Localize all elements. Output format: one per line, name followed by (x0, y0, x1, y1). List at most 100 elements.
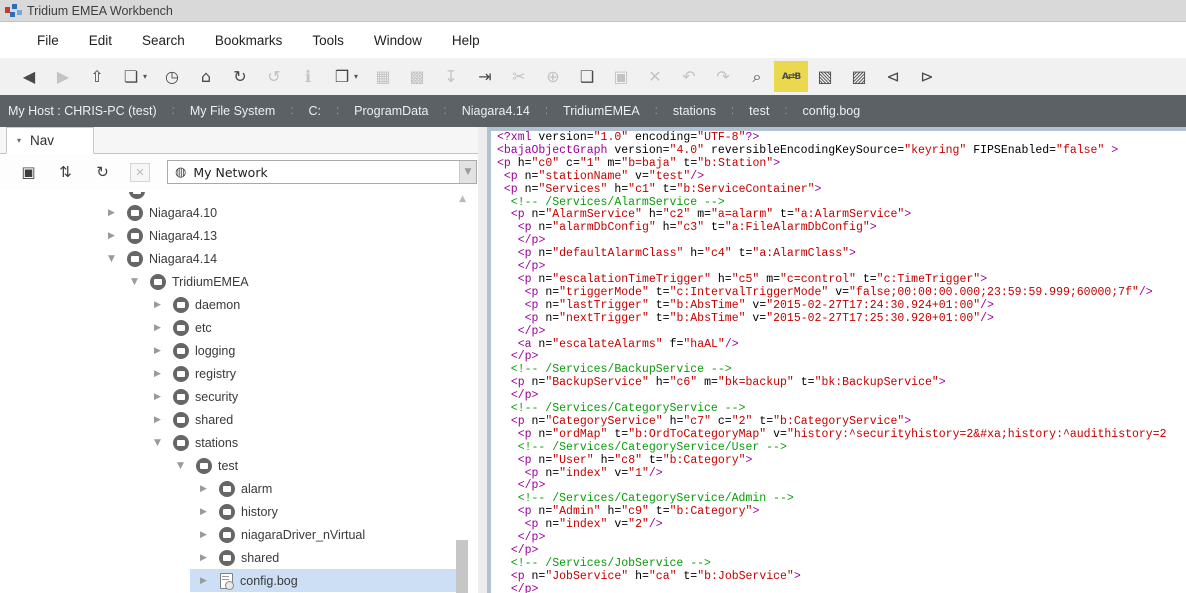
copy-button[interactable]: ⊕ (536, 61, 570, 92)
collapsed-arrow-icon[interactable]: ▶ (108, 231, 124, 241)
expanded-arrow-icon[interactable]: ▼ (177, 461, 193, 471)
save-all-button[interactable]: ▩ (400, 61, 434, 92)
collapsed-arrow-icon[interactable]: ▶ (154, 369, 170, 379)
open-folder-button-caret-icon[interactable]: ▾ (354, 72, 366, 81)
tree-node-label: niagaraDriver_nVirtual (241, 528, 365, 542)
breadcrumb-item-c-[interactable]: C: (308, 104, 321, 118)
tree-node-tridiumemea[interactable]: ▼TridiumEMEA (0, 270, 478, 293)
tab-menu-caret-icon[interactable]: ▾ (17, 136, 21, 145)
new-nav-tab-button[interactable]: ▣ (10, 158, 47, 186)
breadcrumb-item-stations[interactable]: stations (673, 104, 716, 118)
tree-node-alarm[interactable]: ▶alarm (0, 477, 478, 500)
expanded-arrow-icon[interactable]: ▼ (154, 438, 170, 448)
undo-button[interactable]: ↶ (672, 61, 706, 92)
recent-ords-button[interactable]: ◷ (155, 61, 189, 92)
tab-nav[interactable]: ▾ Nav (6, 127, 94, 154)
export-button[interactable]: ⇥ (468, 61, 502, 92)
tree-node-test[interactable]: ▼test (0, 454, 478, 477)
back-button[interactable]: ◀ (12, 61, 46, 92)
sort-button[interactable]: ⇅ (47, 158, 84, 186)
cut-button[interactable]: ✂ (502, 61, 536, 92)
tree-node-daemon[interactable]: ▶daemon (0, 293, 478, 316)
tree-node-label: stations (195, 436, 238, 450)
open-view-button-caret-icon[interactable]: ▾ (143, 72, 155, 81)
station-folder-icon (127, 228, 143, 244)
collapsed-arrow-icon[interactable]: ▶ (154, 323, 170, 333)
tree-node-label: security (195, 390, 238, 404)
menu-bar: FileEditSearchBookmarksToolsWindowHelp (0, 22, 1186, 58)
collapsed-arrow-icon[interactable]: ▶ (154, 415, 170, 425)
sidebar-tab-row: ▾ Nav (0, 127, 478, 154)
duplicate-button[interactable]: ▣ (604, 61, 638, 92)
tree-scrollbar-thumb[interactable] (456, 540, 468, 593)
delete-button[interactable]: ✕ (638, 61, 672, 92)
menu-tools[interactable]: Tools (297, 33, 359, 48)
tree-node-etc[interactable]: ▶etc (0, 316, 478, 339)
network-scope-select[interactable]: ◍ My Network ▼ (167, 160, 477, 184)
collapsed-arrow-icon[interactable]: ▶ (200, 576, 216, 586)
menu-file[interactable]: File (22, 33, 74, 48)
text-editor-config-bog[interactable]: <?xml version="1.0" encoding="UTF-8"?><b… (487, 127, 1186, 593)
tree-node-history[interactable]: ▶history (0, 500, 478, 523)
breadcrumb-item-niagara4-14[interactable]: Niagara4.14 (462, 104, 530, 118)
menu-search[interactable]: Search (127, 33, 200, 48)
combo-dropdown-icon[interactable]: ▼ (459, 161, 476, 183)
breadcrumb-item-test[interactable]: test (749, 104, 769, 118)
tree-node-label: Niagara4.13 (149, 229, 217, 243)
breadcrumb-item-programdata[interactable]: ProgramData (354, 104, 428, 118)
tree-node-label: registry (195, 367, 236, 381)
replace-button[interactable]: A⇄B (774, 61, 808, 92)
breadcrumb-item-tridiumemea[interactable]: TridiumEMEA (563, 104, 640, 118)
tree-node-shared[interactable]: ▶shared (0, 546, 478, 569)
up-level-button[interactable]: ⇧ (80, 61, 114, 92)
tree-node-niagara4-14[interactable]: ▼Niagara4.14 (0, 247, 478, 270)
refresh-tree-button[interactable]: ↻ (84, 158, 121, 186)
home-button[interactable]: ⌂ (189, 61, 223, 92)
breadcrumb-item-my-file-system[interactable]: My File System (190, 104, 275, 118)
collapsed-arrow-icon[interactable]: ▶ (154, 392, 170, 402)
collapsed-arrow-icon[interactable]: ▶ (108, 208, 124, 218)
tree-node-niagara4-10[interactable]: ▶Niagara4.10 (0, 201, 478, 224)
tree-node-security[interactable]: ▶ security (0, 385, 478, 408)
forward-button[interactable]: ▶ (46, 61, 80, 92)
tree-node-config-bog[interactable]: ▶config.bog (0, 569, 478, 592)
breadcrumb-item-my-host-chris-pc-test-[interactable]: My Host : CHRIS-PC (test) (8, 104, 157, 118)
collapsed-arrow-icon[interactable]: ▶ (200, 553, 216, 563)
menu-edit[interactable]: Edit (74, 33, 127, 48)
collapsed-arrow-icon[interactable]: ▶ (154, 300, 170, 310)
collapsed-arrow-icon[interactable]: ▶ (200, 530, 216, 540)
station-home-button[interactable]: ▨ (842, 61, 876, 92)
new-tab-button[interactable]: ▧ (808, 61, 842, 92)
collapsed-arrow-icon[interactable]: ▶ (154, 346, 170, 356)
menu-bookmarks[interactable]: Bookmarks (200, 33, 298, 48)
collapsed-arrow-icon[interactable]: ▶ (200, 484, 216, 494)
menu-window[interactable]: Window (359, 33, 437, 48)
station-sync-button[interactable]: ↺ (257, 61, 291, 92)
tree-node-registry[interactable]: ▶ registry (0, 362, 478, 385)
tree-node-niagaradriver-nvirtual[interactable]: ▶ niagaraDriver_nVirtual (0, 523, 478, 546)
app-logo-icon (5, 4, 18, 17)
paste-button[interactable]: ❑ (570, 61, 604, 92)
expanded-arrow-icon[interactable]: ▼ (108, 254, 124, 264)
station-folder-icon (173, 320, 189, 336)
find-button[interactable]: ⌕ (740, 61, 774, 92)
pane-splitter[interactable] (478, 127, 487, 593)
collapsed-arrow-icon[interactable]: ▶ (200, 507, 216, 517)
tree-node-logging[interactable]: ▶logging (0, 339, 478, 362)
breadcrumb-item-config-bog[interactable]: config.bog (803, 104, 861, 118)
tree-node-shared[interactable]: ▶shared (0, 408, 478, 431)
redo-button[interactable]: ↷ (706, 61, 740, 92)
station-folder-icon (173, 389, 189, 405)
send-button[interactable]: ⊲ (876, 61, 910, 92)
save-button[interactable]: ▦ (366, 61, 400, 92)
import-button[interactable]: ↧ (434, 61, 468, 92)
tree-node-stations[interactable]: ▼ stations (0, 431, 478, 454)
expanded-arrow-icon[interactable]: ▼ (131, 277, 147, 287)
tree-node-niagara4-13[interactable]: ▶ Niagara4.13 (0, 224, 478, 247)
menu-help[interactable]: Help (437, 33, 495, 48)
station-folder-icon (173, 366, 189, 382)
info-button[interactable]: ℹ (291, 61, 325, 92)
close-nav-button[interactable]: ✕ (130, 163, 150, 182)
refresh-button[interactable]: ↻ (223, 61, 257, 92)
pointer-button[interactable]: ⊳ (910, 61, 944, 92)
